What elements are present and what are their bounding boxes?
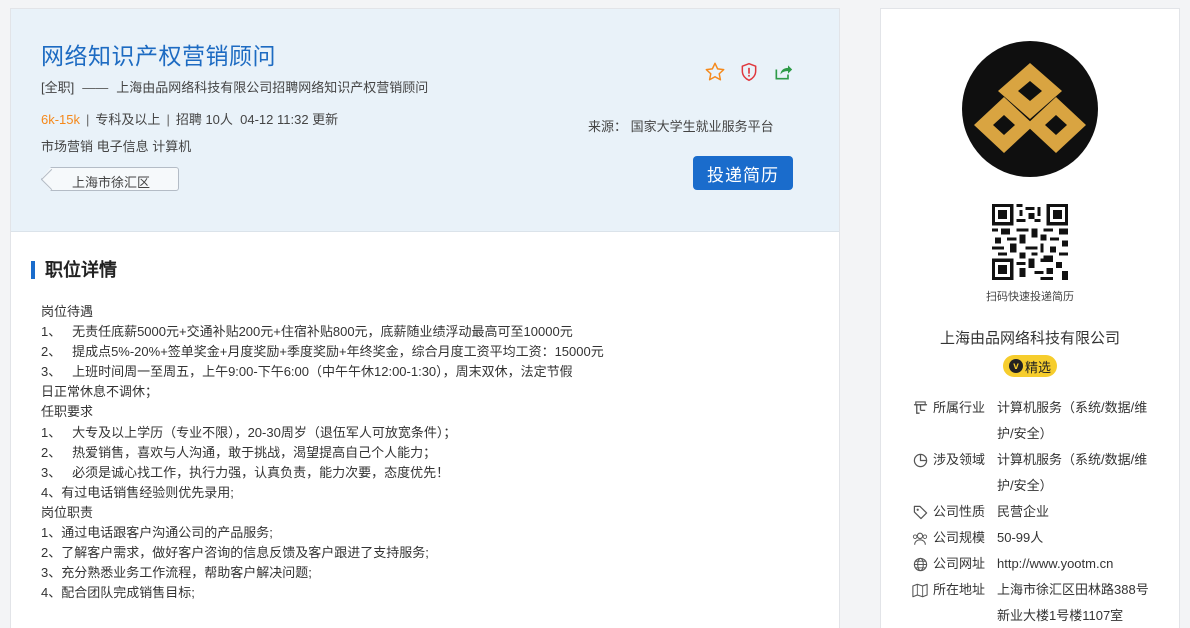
job-recruit-count: 招聘 10人 <box>175 112 233 127</box>
description-line: 3、 上班时间周一至周五，上午9:00-下午6:00（中午午休12:00-1:3… <box>41 364 573 380</box>
info-value: 50-99人 <box>997 530 1044 545</box>
job-action-icons <box>704 61 794 83</box>
info-label: 公司性质 <box>933 504 986 519</box>
qr-caption: 扫码快速投递简历 <box>986 291 1074 303</box>
info-label: 涉及领域 <box>933 452 986 467</box>
industry-icon <box>911 395 929 421</box>
job-description: 岗位待遇 1、 无责任底薪5000元+交通补贴200元+住宿补贴800元，底薪随业… <box>41 302 661 603</box>
description-line: 1、 无责任底薪5000元+交通补贴200元+住宿补贴800元，底薪随业绩浮动最… <box>41 324 573 340</box>
info-label: 所属行业 <box>933 400 986 415</box>
share-icon[interactable] <box>772 61 794 83</box>
description-line: 3、充分熟悉业务工作流程，帮助客户解决问题; <box>41 565 312 581</box>
location-tag: 上海市徐汇区 <box>41 167 179 191</box>
description-line: 任职要求 <box>41 404 94 420</box>
description-line: 日正常休息不调休； <box>41 384 159 400</box>
company-card: 扫码快速投递简历 上海由品网络科技有限公司 v 精选 所属行业 计算机服务（系统/… <box>880 8 1180 628</box>
job-education: 专科及以上 <box>95 112 161 127</box>
description-line: 2、了解客户需求，做好客户咨询的信息反馈及客户跟进了支持服务; <box>41 545 429 561</box>
description-line: 4、配合团队完成销售目标; <box>41 585 195 601</box>
job-title: 网络知识产权营销顾问 <box>41 43 276 69</box>
job-subtitle: [全职] —— 上海由品网络科技有限公司招聘网络知识产权营销顾问 <box>41 77 428 96</box>
meta-separator: | <box>86 112 90 127</box>
company-logo[interactable] <box>962 41 1098 177</box>
company-name[interactable]: 上海由品网络科技有限公司 <box>881 327 1179 348</box>
job-type: [全职] <box>41 80 75 95</box>
job-sub-dash: —— <box>82 80 109 95</box>
info-row-nature: 公司性质 民营企业 <box>911 499 1171 525</box>
job-meta: 6k-15k | 专科及以上 | 招聘 10人 04-12 11:32 更新 <box>41 109 338 128</box>
job-salary: 6k-15k <box>41 112 81 127</box>
job-detail-card: 网络知识产权营销顾问 [全职] —— 上海由品网络科技有限公司招聘网络知识产权营销顾… <box>10 8 840 628</box>
info-value: 上海市徐汇区田林路388号新业大楼1号楼1107室 <box>997 582 1149 623</box>
job-headline: 上海由品网络科技有限公司招聘网络知识产权营销顾问 <box>116 80 429 95</box>
people-icon <box>911 525 929 551</box>
job-source: 来源： 国家大学生就业服务平台 <box>588 119 774 134</box>
job-header: 网络知识产权营销顾问 [全职] —— 上海由品网络科技有限公司招聘网络知识产权营销顾… <box>11 9 839 232</box>
job-updated-time: 04-12 11:32 更新 <box>240 112 339 127</box>
info-value: 民营企业 <box>997 504 1050 519</box>
v-badge-icon: v <box>1008 359 1023 373</box>
description-line: 2、 热爱销售，喜欢与人沟通，敢于挑战，渴望提高自己个人能力； <box>41 444 437 460</box>
apply-resume-button[interactable]: 投递简历 <box>693 156 793 190</box>
info-row-domain: 涉及领域 计算机服务（系统/数据/维护/安全） <box>911 447 1171 499</box>
description-line: 岗位职责 <box>41 504 94 520</box>
info-row-industry: 所属行业 计算机服务（系统/数据/维护/安全） <box>911 395 1171 447</box>
meta-separator: | <box>166 112 170 127</box>
star-icon[interactable] <box>704 61 726 83</box>
description-line: 1、通过电话跟客户沟通公司的产品服务; <box>41 525 273 541</box>
info-label: 公司网址 <box>933 556 986 571</box>
globe-icon <box>911 551 929 577</box>
description-line: 1、 大专及以上学历（专业不限），20-30周岁（退伍军人可放宽条件）； <box>41 424 457 440</box>
qr-code <box>992 204 1068 280</box>
company-info-list: 所属行业 计算机服务（系统/数据/维护/安全） 涉及领域 计算机服务（系统/数据… <box>911 395 1171 628</box>
tag-icon <box>911 499 929 525</box>
company-website-link[interactable]: http://www.yootm.cn <box>997 551 1157 577</box>
info-row-address: 所在地址 上海市徐汇区田林路388号新业大楼1号楼1107室 <box>911 577 1171 628</box>
info-row-size: 公司规模 50-99人 <box>911 525 1171 551</box>
info-row-website: 公司网址 http://www.yootm.cn <box>911 551 1171 577</box>
info-label: 公司规模 <box>933 530 986 545</box>
location-text: 上海市徐汇区 <box>72 175 151 190</box>
info-label: 所在地址 <box>933 582 986 597</box>
job-tags: 市场营销 电子信息 计算机 <box>41 139 192 154</box>
description-line: 4、有过电话销售经验则优先录用; <box>41 484 234 500</box>
description-line: 2、 提成点5%-20%+签单奖金+月度奖励+季度奖励+年终奖金，综合月度工资平… <box>41 344 604 360</box>
featured-badge-label: 精选 <box>1024 359 1051 375</box>
info-value: 计算机服务（系统/数据/维护/安全） <box>997 400 1148 441</box>
pie-chart-icon <box>911 447 929 473</box>
section-title: 职位详情 <box>31 261 117 279</box>
shield-alert-icon[interactable] <box>738 61 760 83</box>
description-line: 3、 必须是诚心找工作，执行力强，认真负责，能力次要，态度优先！ <box>41 464 450 480</box>
info-value: 计算机服务（系统/数据/维护/安全） <box>997 452 1148 493</box>
map-icon <box>911 577 929 603</box>
featured-badge: v 精选 <box>1003 355 1057 377</box>
description-line: 岗位待遇 <box>41 304 94 319</box>
